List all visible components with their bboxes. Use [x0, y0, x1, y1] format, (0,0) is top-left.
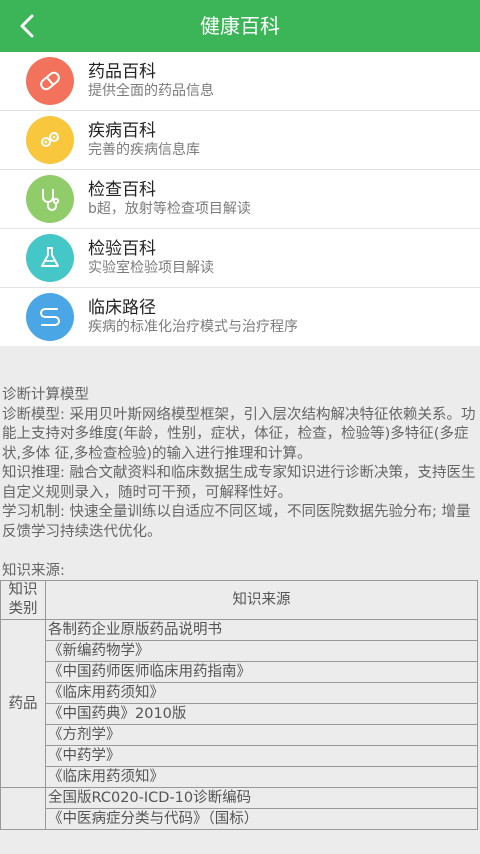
- intro-learning-mechanism: 学习机制: 快速全量训练以自适应不同区域，不同医院数据先验分布; 增量反馈学习持…: [2, 504, 471, 540]
- menu-item-title: 疾病百科: [88, 121, 156, 141]
- table-header-row: 知识类别 知识来源: [0, 580, 478, 620]
- menu-item-examination[interactable]: 检查百科 b超，放射等检查项目解读: [0, 170, 480, 229]
- stethoscope-icon: [26, 175, 74, 223]
- flask-icon: [26, 234, 74, 282]
- source-cell: 《中药学》: [45, 745, 478, 767]
- source-cell: 各制药企业原版药品说明书: [45, 619, 478, 641]
- intro-diagnosis-model: 诊断模型: 采用贝叶斯网络模型框架，引入层次结构解决特征依赖关系。功能上支持对多…: [2, 406, 476, 462]
- menu-item-desc: 提供全面的药品信息: [88, 83, 214, 99]
- table-row: 《临床用药须知》: [1, 766, 478, 788]
- menu-item-desc: b超，放射等检查项目解读: [88, 201, 251, 217]
- category-disease: [0, 787, 46, 830]
- encyclopedia-menu: 药品百科 提供全面的药品信息 疾病百科 完善的疾病信息库 检查百科 b超，放射等…: [0, 52, 480, 346]
- header-category: 知识类别: [0, 580, 46, 620]
- menu-item-disease[interactable]: 疾病百科 完善的疾病信息库: [0, 111, 480, 170]
- source-cell: 全国版RC020-ICD-10诊断编码: [45, 787, 478, 809]
- table-row: 《中药学》: [1, 745, 478, 767]
- menu-item-title: 检验百科: [88, 239, 156, 259]
- menu-item-lab-test[interactable]: 检验百科 实验室检验项目解读: [0, 229, 480, 288]
- table-row: 《方剂学》: [1, 724, 478, 746]
- sources-table: 知识类别 知识来源 药品 各制药企业原版药品说明书 《新编药物学》 《中国药师医…: [0, 580, 478, 830]
- menu-item-clinical-path[interactable]: 临床路径 疾病的标准化治疗模式与治疗程序: [0, 288, 480, 346]
- table-row: 全国版RC020-ICD-10诊断编码: [0, 787, 478, 830]
- source-cell: 《临床用药须知》: [45, 766, 478, 788]
- menu-item-desc: 疾病的标准化治疗模式与治疗程序: [88, 319, 298, 335]
- source-cell: 《中医病症分类与代码》（国标）: [45, 808, 478, 830]
- table-row: 药品 各制药企业原版药品说明书: [0, 619, 478, 788]
- table-row: 《中医病症分类与代码》（国标）: [1, 808, 478, 830]
- page-title: 健康百科: [200, 14, 280, 38]
- source-cell: 《方剂学》: [45, 724, 478, 746]
- category-drug: 药品: [0, 619, 46, 788]
- menu-item-title: 药品百科: [88, 62, 156, 82]
- source-cell: 《新编药物学》: [45, 640, 478, 662]
- header-source: 知识来源: [45, 580, 478, 620]
- table-row: 《新编药物学》: [1, 640, 478, 662]
- table-row: 《中国药典》2010版: [1, 703, 478, 725]
- virus-icon: [26, 116, 74, 164]
- source-cell: 《中国药典》2010版: [45, 703, 478, 725]
- table-row: 《临床用药须知》: [1, 682, 478, 704]
- sources-title: 知识来源:: [2, 563, 65, 579]
- source-cell: 《临床用药须知》: [45, 682, 478, 704]
- top-bar: 健康百科: [0, 0, 480, 52]
- source-cell: 《中国药师医师临床用药指南》: [45, 661, 478, 683]
- pill-icon: [26, 57, 74, 105]
- menu-item-title: 检查百科: [88, 180, 156, 200]
- back-arrow-icon[interactable]: [14, 12, 42, 40]
- menu-item-desc: 完善的疾病信息库: [88, 142, 200, 158]
- path-icon: [26, 293, 74, 341]
- menu-item-drug[interactable]: 药品百科 提供全面的药品信息: [0, 52, 480, 111]
- menu-item-desc: 实验室检验项目解读: [88, 260, 214, 276]
- intro-knowledge-reasoning: 知识推理: 融合文献资料和临床数据生成专家知识进行诊断决策，支持医生自定义规则录…: [2, 465, 476, 501]
- model-intro: 诊断计算模型 诊断模型: 采用贝叶斯网络模型框架，引入层次结构解决特征依赖关系。…: [0, 386, 480, 542]
- intro-heading: 诊断计算模型: [2, 387, 89, 403]
- table-row: 《中国药师医师临床用药指南》: [1, 661, 478, 683]
- menu-item-title: 临床路径: [88, 298, 156, 318]
